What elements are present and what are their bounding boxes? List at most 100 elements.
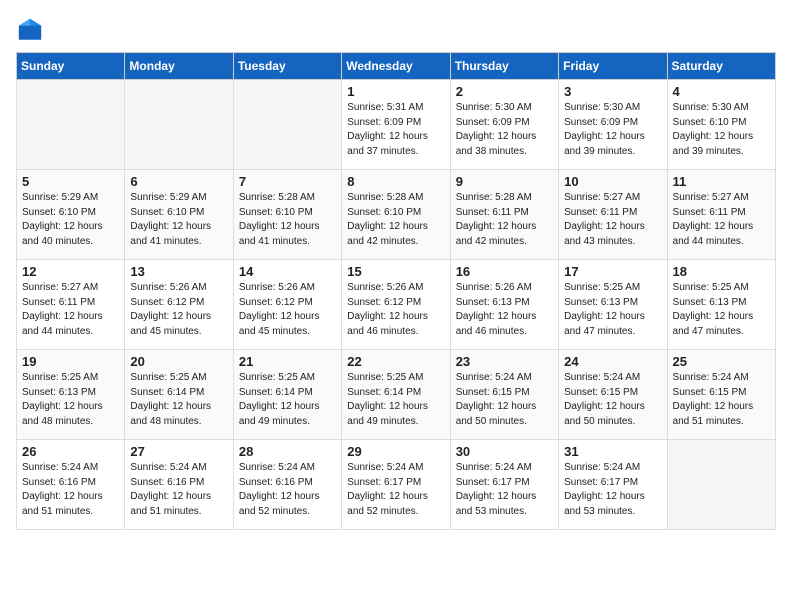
day-number: 1 — [347, 84, 444, 99]
day-info: Sunrise: 5:24 AMSunset: 6:15 PMDaylight:… — [564, 371, 661, 429]
day-number: 3 — [564, 84, 661, 99]
calendar-cell: 29Sunrise: 5:24 AMSunset: 6:17 PMDayligh… — [342, 440, 450, 530]
day-number: 28 — [239, 444, 336, 459]
day-header-saturday: Saturday — [667, 53, 775, 80]
day-header-monday: Monday — [125, 53, 233, 80]
calendar-cell: 23 Sunrise: 5:24 AMSunset: 6:15 PMDayligh… — [450, 350, 558, 440]
logo — [16, 16, 48, 44]
calendar-cell: 15 Sunrise: 5:26 AMSunset: 6:12 PMDayligh… — [342, 260, 450, 350]
day-info: Sunrise: 5:24 AMSunset: 6:17 PMDaylight:… — [564, 461, 661, 519]
day-number: 27 — [130, 444, 227, 459]
calendar-cell: 20Sunrise: 5:25 AMSunset: 6:14 PMDayligh… — [125, 350, 233, 440]
page-header — [16, 16, 776, 44]
day-info: Sunrise: 5:28 AMSunset: 6:11 PMDaylight:… — [456, 191, 553, 249]
calendar-week-row: 19Sunrise: 5:25 AMSunset: 6:13 PMDayligh… — [17, 350, 776, 440]
calendar-cell: 21 Sunrise: 5:25 AMSunset: 6:14 PMDayligh… — [233, 350, 341, 440]
calendar-cell: 11 Sunrise: 5:27 AMSunset: 6:11 PMDayligh… — [667, 170, 775, 260]
day-info: Sunrise: 5:29 AMSunset: 6:10 PMDaylight:… — [130, 191, 227, 249]
day-info: Sunrise: 5:26 AMSunset: 6:12 PMDaylight:… — [239, 281, 336, 339]
day-info: Sunrise: 5:25 AMSunset: 6:13 PMDaylight:… — [564, 281, 661, 339]
calendar-cell: 30 Sunrise: 5:24 AMSunset: 6:17 PMDayligh… — [450, 440, 558, 530]
day-number: 30 — [456, 444, 553, 459]
day-info: Sunrise: 5:24 AMSunset: 6:16 PMDaylight:… — [130, 461, 227, 519]
day-info: Sunrise: 5:24 AMSunset: 6:15 PMDaylight:… — [673, 371, 770, 429]
calendar-cell: 17Sunrise: 5:25 AMSunset: 6:13 PMDayligh… — [559, 260, 667, 350]
calendar-cell: 22 Sunrise: 5:25 AMSunset: 6:14 PMDayligh… — [342, 350, 450, 440]
calendar-cell: 7Sunrise: 5:28 AMSunset: 6:10 PMDaylight… — [233, 170, 341, 260]
day-header-sunday: Sunday — [17, 53, 125, 80]
calendar-cell: 16 Sunrise: 5:26 AMSunset: 6:13 PMDayligh… — [450, 260, 558, 350]
day-info: Sunrise: 5:27 AMSunset: 6:11 PMDaylight:… — [22, 281, 119, 339]
day-number: 15 — [347, 264, 444, 279]
day-number: 8 — [347, 174, 444, 189]
day-number: 23 — [456, 354, 553, 369]
calendar-week-row: 26 Sunrise: 5:24 AMSunset: 6:16 PMDayligh… — [17, 440, 776, 530]
day-info: Sunrise: 5:29 AMSunset: 6:10 PMDaylight:… — [22, 191, 119, 249]
calendar-cell: 24 Sunrise: 5:24 AMSunset: 6:15 PMDayligh… — [559, 350, 667, 440]
calendar-cell: 13 Sunrise: 5:26 AMSunset: 6:12 PMDayligh… — [125, 260, 233, 350]
day-info: Sunrise: 5:24 AMSunset: 6:17 PMDaylight:… — [456, 461, 553, 519]
calendar-cell: 6 Sunrise: 5:29 AMSunset: 6:10 PMDaylight… — [125, 170, 233, 260]
day-info: Sunrise: 5:28 AMSunset: 6:10 PMDaylight:… — [239, 191, 336, 249]
day-info: Sunrise: 5:26 AMSunset: 6:13 PMDaylight:… — [456, 281, 553, 339]
day-number: 26 — [22, 444, 119, 459]
calendar-cell: 8Sunrise: 5:28 AMSunset: 6:10 PMDaylight… — [342, 170, 450, 260]
day-number: 22 — [347, 354, 444, 369]
day-info: Sunrise: 5:24 AMSunset: 6:15 PMDaylight:… — [456, 371, 553, 429]
day-number: 13 — [130, 264, 227, 279]
day-info: Sunrise: 5:25 AMSunset: 6:14 PMDaylight:… — [239, 371, 336, 429]
calendar-cell: 12Sunrise: 5:27 AMSunset: 6:11 PMDayligh… — [17, 260, 125, 350]
calendar-cell: 27 Sunrise: 5:24 AMSunset: 6:16 PMDayligh… — [125, 440, 233, 530]
day-number: 9 — [456, 174, 553, 189]
calendar-cell: 14 Sunrise: 5:26 AMSunset: 6:12 PMDayligh… — [233, 260, 341, 350]
calendar-cell: 10 Sunrise: 5:27 AMSunset: 6:11 PMDayligh… — [559, 170, 667, 260]
day-header-thursday: Thursday — [450, 53, 558, 80]
day-info: Sunrise: 5:27 AMSunset: 6:11 PMDaylight:… — [673, 191, 770, 249]
calendar-cell: 26 Sunrise: 5:24 AMSunset: 6:16 PMDayligh… — [17, 440, 125, 530]
day-info: Sunrise: 5:30 AMSunset: 6:09 PMDaylight:… — [564, 101, 661, 159]
day-number: 2 — [456, 84, 553, 99]
day-header-friday: Friday — [559, 53, 667, 80]
day-number: 14 — [239, 264, 336, 279]
day-info: Sunrise: 5:30 AMSunset: 6:10 PMDaylight:… — [673, 101, 770, 159]
day-header-wednesday: Wednesday — [342, 53, 450, 80]
day-info: Sunrise: 5:27 AMSunset: 6:11 PMDaylight:… — [564, 191, 661, 249]
calendar-cell — [125, 80, 233, 170]
calendar-cell: 28 Sunrise: 5:24 AMSunset: 6:16 PMDayligh… — [233, 440, 341, 530]
day-number: 24 — [564, 354, 661, 369]
day-number: 4 — [673, 84, 770, 99]
day-info: Sunrise: 5:25 AMSunset: 6:13 PMDaylight:… — [673, 281, 770, 339]
calendar-cell — [667, 440, 775, 530]
day-number: 18 — [673, 264, 770, 279]
calendar-cell: 2 Sunrise: 5:30 AMSunset: 6:09 PMDaylight… — [450, 80, 558, 170]
calendar-week-row: 5 Sunrise: 5:29 AMSunset: 6:10 PMDaylight… — [17, 170, 776, 260]
calendar-cell — [233, 80, 341, 170]
day-info: Sunrise: 5:26 AMSunset: 6:12 PMDaylight:… — [347, 281, 444, 339]
day-info: Sunrise: 5:24 AMSunset: 6:17 PMDaylight:… — [347, 461, 444, 519]
day-number: 6 — [130, 174, 227, 189]
day-number: 31 — [564, 444, 661, 459]
day-number: 21 — [239, 354, 336, 369]
day-info: Sunrise: 5:25 AMSunset: 6:14 PMDaylight:… — [347, 371, 444, 429]
calendar-cell: 18 Sunrise: 5:25 AMSunset: 6:13 PMDayligh… — [667, 260, 775, 350]
calendar-cell: 1 Sunrise: 5:31 AMSunset: 6:09 PMDaylight… — [342, 80, 450, 170]
day-info: Sunrise: 5:24 AMSunset: 6:16 PMDaylight:… — [239, 461, 336, 519]
calendar-header-row: SundayMondayTuesdayWednesdayThursdayFrid… — [17, 53, 776, 80]
day-number: 10 — [564, 174, 661, 189]
day-number: 5 — [22, 174, 119, 189]
day-info: Sunrise: 5:25 AMSunset: 6:14 PMDaylight:… — [130, 371, 227, 429]
calendar-cell — [17, 80, 125, 170]
calendar-week-row: 12Sunrise: 5:27 AMSunset: 6:11 PMDayligh… — [17, 260, 776, 350]
calendar-table: SundayMondayTuesdayWednesdayThursdayFrid… — [16, 52, 776, 530]
day-info: Sunrise: 5:24 AMSunset: 6:16 PMDaylight:… — [22, 461, 119, 519]
day-number: 11 — [673, 174, 770, 189]
day-info: Sunrise: 5:30 AMSunset: 6:09 PMDaylight:… — [456, 101, 553, 159]
calendar-cell: 25 Sunrise: 5:24 AMSunset: 6:15 PMDayligh… — [667, 350, 775, 440]
logo-icon — [16, 16, 44, 44]
day-info: Sunrise: 5:31 AMSunset: 6:09 PMDaylight:… — [347, 101, 444, 159]
day-number: 16 — [456, 264, 553, 279]
day-number: 19 — [22, 354, 119, 369]
day-info: Sunrise: 5:26 AMSunset: 6:12 PMDaylight:… — [130, 281, 227, 339]
calendar-cell: 19Sunrise: 5:25 AMSunset: 6:13 PMDayligh… — [17, 350, 125, 440]
day-number: 25 — [673, 354, 770, 369]
